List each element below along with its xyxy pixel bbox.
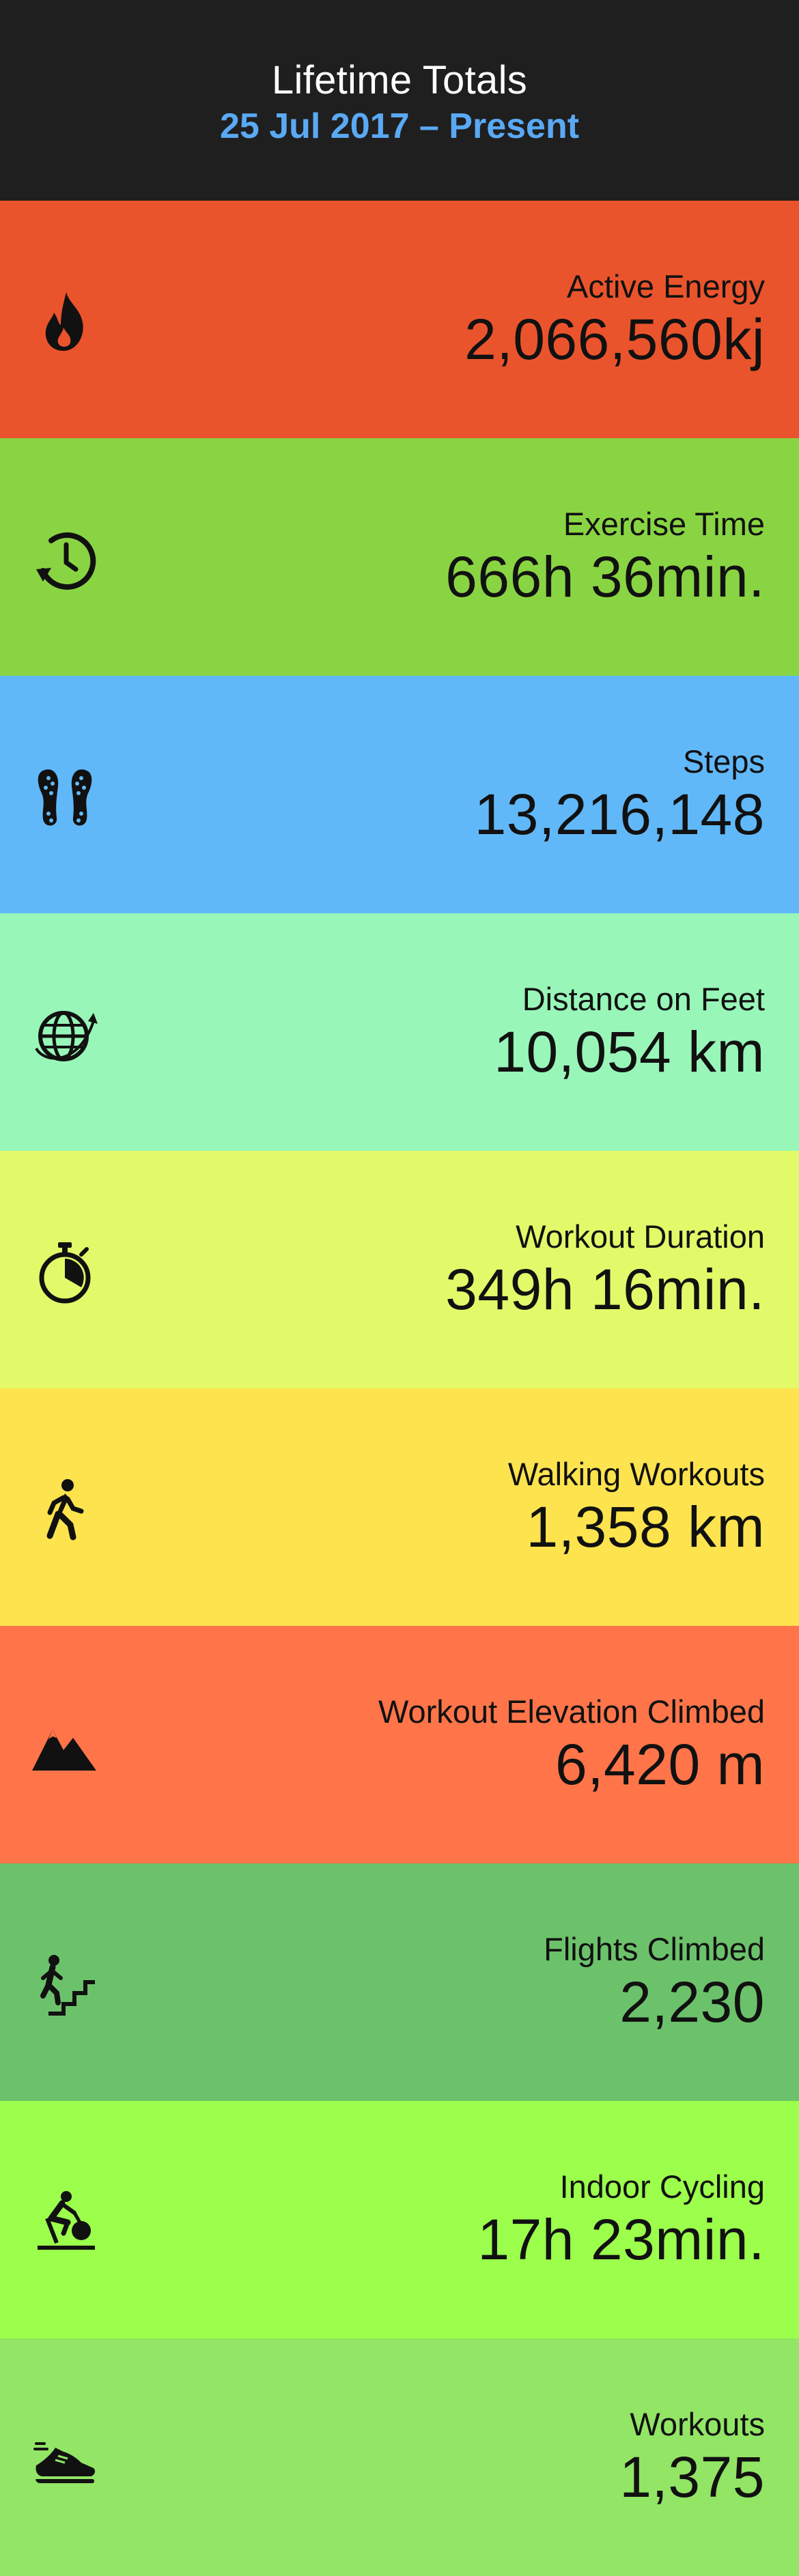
row-steps[interactable]: Steps 13,216,148 bbox=[0, 676, 799, 913]
metric-label: Active Energy bbox=[567, 268, 765, 304]
row-workout-elevation-climbed[interactable]: Workout Elevation Climbed 6,420 m bbox=[0, 1626, 799, 1863]
metric-value: 13,216,148 bbox=[474, 782, 765, 846]
metric-label: Steps bbox=[682, 743, 765, 779]
metric-value: 349h 16min. bbox=[445, 1257, 765, 1321]
metric-label: Workouts bbox=[630, 2406, 765, 2442]
footprints-icon bbox=[31, 763, 99, 831]
row-flights-climbed[interactable]: Flights Climbed 2,230 bbox=[0, 1863, 799, 2101]
row-text: Active Energy 2,066,560kj bbox=[464, 201, 765, 438]
row-workouts[interactable]: Workouts 1,375 bbox=[0, 2338, 799, 2576]
row-text: Workout Duration 349h 16min. bbox=[445, 1151, 765, 1388]
row-active-energy[interactable]: Active Energy 2,066,560kj bbox=[0, 201, 799, 438]
metric-label: Walking Workouts bbox=[507, 1456, 765, 1492]
metric-value: 1,375 bbox=[619, 2445, 765, 2509]
metric-label: Workout Elevation Climbed bbox=[378, 1693, 765, 1730]
metric-value: 2,230 bbox=[619, 1970, 765, 2034]
date-range-subtitle[interactable]: 25 Jul 2017 – Present bbox=[220, 104, 579, 148]
page-title: Lifetime Totals bbox=[271, 58, 528, 102]
row-distance-on-feet[interactable]: Distance on Feet 10,054 km bbox=[0, 913, 799, 1151]
clock-arrow-icon bbox=[31, 526, 99, 594]
row-text: Distance on Feet 10,054 km bbox=[494, 913, 765, 1151]
metric-value: 1,358 km bbox=[526, 1495, 765, 1559]
row-text: Workouts 1,375 bbox=[619, 2338, 765, 2576]
row-text: Walking Workouts 1,358 km bbox=[508, 1388, 765, 1626]
row-text: Exercise Time 666h 36min. bbox=[445, 438, 765, 676]
metric-value: 17h 23min. bbox=[477, 2207, 765, 2272]
row-text: Workout Elevation Climbed 6,420 m bbox=[378, 1626, 765, 1863]
metric-label: Exercise Time bbox=[563, 506, 765, 542]
metric-label: Indoor Cycling bbox=[559, 2169, 765, 2205]
row-exercise-time[interactable]: Exercise Time 666h 36min. bbox=[0, 438, 799, 676]
row-text: Steps 13,216,148 bbox=[475, 676, 765, 913]
stopwatch-icon bbox=[31, 1238, 99, 1306]
header: Lifetime Totals 25 Jul 2017 – Present bbox=[0, 0, 799, 201]
mountain-icon bbox=[31, 1713, 99, 1781]
totals-list: Active Energy 2,066,560kj Exercise Time … bbox=[0, 201, 799, 2576]
stationary-bike-icon bbox=[31, 2188, 99, 2257]
metric-value: 2,066,560kj bbox=[464, 307, 765, 371]
metric-label: Flights Climbed bbox=[544, 1931, 765, 1967]
stairs-climber-icon bbox=[31, 1951, 99, 2019]
metric-value: 6,420 m bbox=[555, 1732, 765, 1797]
row-indoor-cycling[interactable]: Indoor Cycling 17h 23min. bbox=[0, 2101, 799, 2338]
metric-label: Distance on Feet bbox=[522, 981, 765, 1017]
row-text: Flights Climbed 2,230 bbox=[544, 1863, 765, 2101]
row-workout-duration[interactable]: Workout Duration 349h 16min. bbox=[0, 1151, 799, 1388]
flame-icon bbox=[31, 288, 99, 356]
running-shoe-icon bbox=[31, 2426, 99, 2494]
metric-label: Workout Duration bbox=[516, 1218, 765, 1255]
globe-icon bbox=[31, 1001, 99, 1069]
metric-value: 10,054 km bbox=[494, 1020, 765, 1084]
metric-value: 666h 36min. bbox=[445, 545, 765, 609]
row-walking-workouts[interactable]: Walking Workouts 1,358 km bbox=[0, 1388, 799, 1626]
row-text: Indoor Cycling 17h 23min. bbox=[477, 2101, 765, 2338]
walker-icon bbox=[31, 1476, 99, 1544]
